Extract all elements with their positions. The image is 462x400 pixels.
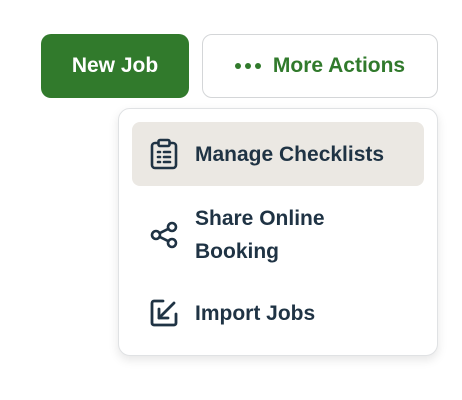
menu-item-import-jobs[interactable]: Import Jobs bbox=[132, 282, 424, 344]
menu-item-manage-checklists[interactable]: Manage Checklists bbox=[132, 122, 424, 186]
more-actions-button[interactable]: More Actions bbox=[202, 34, 438, 98]
more-actions-dropdown: Manage Checklists Share Online Booking I… bbox=[118, 108, 438, 356]
clipboard-checklist-icon bbox=[148, 138, 180, 170]
menu-item-label: Manage Checklists bbox=[195, 142, 385, 166]
more-actions-label: More Actions bbox=[272, 54, 406, 77]
new-job-button[interactable]: New Job bbox=[41, 34, 189, 98]
share-icon bbox=[148, 219, 180, 251]
more-dots-icon bbox=[234, 63, 261, 69]
page: New Job More Actions Manage Checklists S… bbox=[0, 0, 462, 400]
menu-item-label: Share Online Booking bbox=[195, 207, 325, 263]
menu-item-label: Import Jobs bbox=[195, 301, 316, 325]
menu-item-share-online-booking[interactable]: Share Online Booking bbox=[132, 188, 424, 282]
import-arrow-icon bbox=[148, 297, 180, 329]
